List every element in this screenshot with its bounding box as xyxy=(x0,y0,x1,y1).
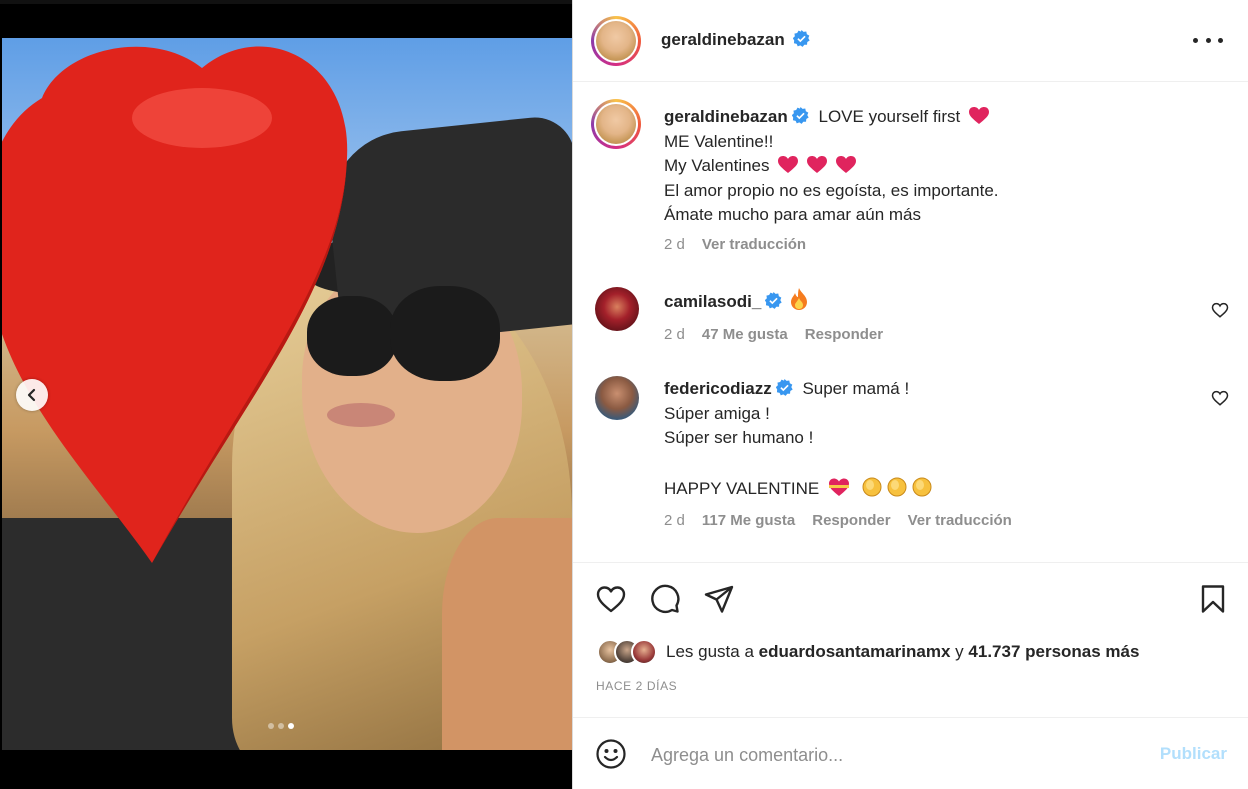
more-options-button[interactable] xyxy=(1193,30,1223,50)
author-avatar[interactable] xyxy=(591,16,641,66)
previous-slide-button[interactable] xyxy=(16,379,48,411)
photo-shoulder xyxy=(442,518,572,750)
chevron-left-icon xyxy=(27,388,36,402)
media-pane xyxy=(0,0,572,789)
comment-like-heart-icon[interactable] xyxy=(1211,301,1229,319)
fire-emoji-icon xyxy=(791,288,808,310)
liker-username[interactable]: eduardosantamarinamx xyxy=(759,642,951,661)
more-icon xyxy=(1193,37,1198,43)
post-header: geraldinebazan xyxy=(573,0,1248,82)
comment-reply-button[interactable]: Responder xyxy=(812,512,890,529)
heart-ribbon-emoji-icon xyxy=(829,478,849,496)
comment-2-text-1: Super mamá ! xyxy=(802,379,910,398)
carousel-dots xyxy=(268,723,294,729)
comment-avatar[interactable] xyxy=(595,376,639,420)
comment-author[interactable]: camilasodi_ xyxy=(664,292,761,311)
comment-2-line-1: federicodiazz Super mamá ! xyxy=(664,377,935,402)
post-modal: geraldinebazan geraldinebazan LOVE yours… xyxy=(0,0,1248,789)
publish-button[interactable]: Publicar xyxy=(1160,744,1227,764)
comments-area: geraldinebazan LOVE yourself first ME Va… xyxy=(573,82,1248,560)
author-name-row: geraldinebazan xyxy=(661,30,810,50)
comment-1-meta: 2 d 47 Me gusta Responder xyxy=(664,326,883,343)
comment-2-line-5: HAPPY VALENTINE xyxy=(664,475,935,502)
clapping-hands-emoji-icon xyxy=(862,477,932,497)
verified-icon xyxy=(765,292,782,309)
comment-2-line-3: Súper ser humano ! xyxy=(664,428,814,447)
comment-like-heart-icon[interactable] xyxy=(1211,389,1229,407)
post-timestamp[interactable]: HACE 2 DÍAS xyxy=(596,679,677,693)
verified-icon xyxy=(775,379,793,396)
comment-time[interactable]: 2 d xyxy=(664,512,685,529)
caption-line-4: El amor propio no es egoísta, es importa… xyxy=(664,180,999,200)
red-heart-emoji-icon xyxy=(835,156,856,173)
more-icon-dot xyxy=(1205,37,1211,43)
photo-glasses-right xyxy=(390,286,500,381)
caption-text-3: My Valentines xyxy=(664,156,770,175)
caption-translate-link[interactable]: Ver traducción xyxy=(702,236,806,253)
likes-connector: y xyxy=(955,642,964,661)
caption-line-3: My Valentines xyxy=(664,154,999,179)
caption-meta: 2 d Ver traducción xyxy=(664,236,806,253)
caption-author-avatar[interactable] xyxy=(591,99,641,149)
post-sidebar: geraldinebazan geraldinebazan LOVE yours… xyxy=(572,0,1248,789)
caption-text-1: LOVE yourself first xyxy=(818,107,961,126)
carousel-dot xyxy=(268,723,274,729)
likes-summary: Les gusta a eduardosantamarinamx y 41.73… xyxy=(597,637,1139,667)
likes-count-link[interactable]: 41.737 personas más xyxy=(968,642,1139,661)
carousel-dot xyxy=(278,723,284,729)
comment-translate-link[interactable]: Ver traducción xyxy=(908,512,1012,529)
comment-reply-button[interactable]: Responder xyxy=(805,326,883,343)
bookmark-icon[interactable] xyxy=(1197,583,1229,615)
comment-likes[interactable]: 117 Me gusta xyxy=(702,512,795,529)
top-strip xyxy=(0,0,572,4)
comment-avatar[interactable] xyxy=(595,287,639,331)
verified-icon xyxy=(793,30,810,47)
comment-time[interactable]: 2 d xyxy=(664,326,685,343)
likes-text: Les gusta a eduardosantamarinamx y 41.73… xyxy=(666,642,1139,662)
emoji-icon[interactable] xyxy=(595,738,627,770)
comment-composer: Publicar xyxy=(573,717,1248,789)
caption-line-2: ME Valentine!! xyxy=(664,131,774,151)
caption: geraldinebazan LOVE yourself first ME Va… xyxy=(664,105,999,228)
comment-1: camilasodi_ xyxy=(664,288,808,315)
comment-2-text-5: HAPPY VALENTINE xyxy=(664,479,820,498)
carousel-dot-active xyxy=(288,723,294,729)
red-heart-emoji-icon xyxy=(778,156,799,173)
caption-time[interactable]: 2 d xyxy=(664,236,685,253)
red-heart-emoji-icon xyxy=(968,107,989,124)
comment-icon[interactable] xyxy=(649,583,681,615)
like-heart-icon[interactable] xyxy=(595,583,627,615)
comment-input[interactable] xyxy=(649,738,1123,772)
comment-2: federicodiazz Super mamá ! Súper amiga !… xyxy=(664,377,935,502)
more-icon-dot xyxy=(1218,37,1223,43)
red-heart-emoji-icon xyxy=(806,156,827,173)
comment-2-line-2: Súper amiga ! xyxy=(664,403,770,423)
comment-author[interactable]: federicodiazz xyxy=(664,379,772,398)
share-icon[interactable] xyxy=(703,583,735,615)
comment-2-meta: 2 d 117 Me gusta Responder Ver traducció… xyxy=(664,512,1012,529)
liker-avatar[interactable] xyxy=(631,639,657,665)
caption-author[interactable]: geraldinebazan xyxy=(664,107,788,126)
author-username[interactable]: geraldinebazan xyxy=(661,30,785,49)
likes-prefix: Les gusta a xyxy=(666,642,754,661)
action-bar: Les gusta a eduardosantamarinamx y 41.73… xyxy=(573,562,1248,722)
heart-sticker xyxy=(2,46,348,563)
comment-2-blank-line xyxy=(664,451,935,476)
verified-icon xyxy=(791,107,809,124)
caption-line-1: geraldinebazan LOVE yourself first xyxy=(664,105,999,130)
post-photo[interactable] xyxy=(2,38,572,750)
comment-likes[interactable]: 47 Me gusta xyxy=(702,326,788,343)
caption-line-5: Ámate mucho para amar aún más xyxy=(664,205,922,224)
